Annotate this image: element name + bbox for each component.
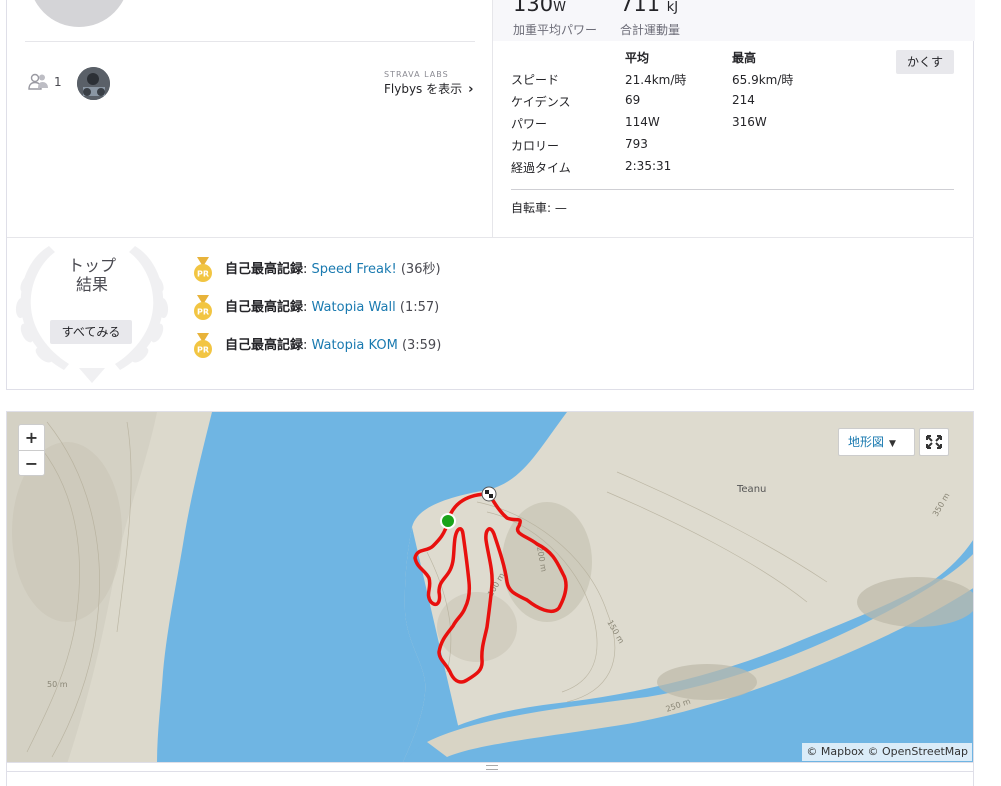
- chevron-right-icon: ›: [468, 82, 474, 97]
- zoom-control: + −: [18, 424, 45, 476]
- row-avg: 2:35:31: [625, 159, 672, 173]
- map-type-dropdown[interactable]: 地形図 ▼: [838, 428, 915, 456]
- strava-labs-label: STRAVA LABS: [384, 70, 449, 79]
- stat-bar: 130W 加重平均パワー 711 kJ 合計運動量: [493, 0, 975, 41]
- row-max: 65.9km/時: [732, 73, 794, 87]
- row-label: スピード: [511, 73, 560, 87]
- row-max: 214: [732, 93, 755, 107]
- row-avg: 793: [625, 137, 648, 151]
- row-label: パワー: [511, 117, 548, 131]
- activity-card: 1 STRAVA LABS Flybys を表示 › 130W 加重平均パワー 7…: [6, 0, 975, 390]
- stat-label: 加重平均パワー: [513, 23, 598, 37]
- contour-label: 50 m: [47, 680, 68, 689]
- next-section: [6, 772, 974, 786]
- hide-button[interactable]: かくす: [896, 50, 954, 74]
- group-icon[interactable]: [28, 73, 50, 91]
- pr-medal-text: PR: [197, 270, 209, 279]
- table-row: スピード 21.4km/時 65.9km/時: [511, 71, 811, 93]
- grip-icon: [486, 765, 498, 770]
- place-label: Teanu: [737, 484, 767, 495]
- column-header-max: 最高: [732, 51, 757, 65]
- finish-flag-icon[interactable]: [481, 486, 497, 502]
- divider: [25, 41, 475, 42]
- achievement-prefix: 自己最高記録: [225, 338, 304, 353]
- segment-link-watopia-kom[interactable]: Watopia KOM: [312, 338, 398, 353]
- top-results-title-line2: 結果: [75, 275, 108, 294]
- caret-down-icon: ▼: [889, 439, 896, 449]
- group-count: 1: [54, 75, 62, 89]
- divider: [511, 189, 954, 190]
- pr-medal-text: PR: [197, 346, 209, 355]
- table-row: 経過タイム 2:35:31: [511, 159, 811, 181]
- table-row: カロリー 793: [511, 137, 811, 159]
- achievement-prefix: 自己最高記録: [225, 262, 304, 277]
- pr-medal-icon: PR: [194, 257, 212, 282]
- map-attribution[interactable]: © Mapbox © OpenStreetMap: [802, 743, 972, 761]
- pr-medal-text: PR: [197, 308, 209, 317]
- achievement-text: 自己最高記録: Speed Freak! (36秒): [225, 262, 441, 277]
- zoom-out-button[interactable]: −: [19, 450, 44, 475]
- activity-left-pane: 1 STRAVA LABS Flybys を表示 ›: [7, 0, 492, 237]
- see-all-button[interactable]: すべてみる: [50, 320, 132, 344]
- start-marker[interactable]: [440, 513, 456, 529]
- top-results-title: トップ 結果: [47, 256, 137, 294]
- bike-label: 自転車: —: [511, 201, 567, 215]
- column-header-avg: 平均: [625, 51, 650, 65]
- segment-link-watopia-wall[interactable]: Watopia Wall: [312, 300, 396, 315]
- zoom-in-button[interactable]: +: [19, 425, 44, 450]
- achievement-time: (1:57): [399, 300, 440, 315]
- stat-weighted-power: 130W 加重平均パワー: [513, 0, 597, 38]
- row-avg: 69: [625, 93, 641, 107]
- segment-link-speed-freak[interactable]: Speed Freak!: [312, 262, 397, 277]
- row-avg: 21.4km/時: [625, 73, 687, 87]
- row-avg: 114W: [625, 115, 660, 129]
- activity-stats-pane: 130W 加重平均パワー 711 kJ 合計運動量 かくす 平均 最高 スピード…: [492, 0, 975, 237]
- achievement-text: 自己最高記録: Watopia KOM (3:59): [225, 338, 442, 353]
- achievement-text: 自己最高記録: Watopia Wall (1:57): [225, 300, 440, 315]
- terrain-map[interactable]: 200 m 100 m 150 m 50 m 250 m 350 m: [7, 412, 974, 763]
- route-map[interactable]: 200 m 100 m 150 m 50 m 250 m 350 m Teanu…: [6, 411, 974, 763]
- participant-avatar[interactable]: [77, 67, 110, 100]
- achievement-time: (3:59): [401, 338, 442, 353]
- pr-medal-icon: PR: [194, 333, 212, 358]
- stats-table: 平均 最高 スピード 21.4km/時 65.9km/時 ケイデンス 69 21…: [511, 49, 811, 181]
- achievement-prefix: 自己最高記録: [225, 300, 304, 315]
- stat-value: 130W: [513, 0, 566, 16]
- fullscreen-button[interactable]: [919, 428, 949, 456]
- flybys-label: Flybys を表示: [384, 82, 463, 96]
- row-label: 経過タイム: [511, 161, 571, 175]
- stat-value: 711 kJ: [620, 0, 679, 16]
- map-resize-handle[interactable]: [6, 763, 974, 772]
- row-label: ケイデンス: [511, 95, 571, 109]
- top-results-title-line1: トップ: [67, 256, 116, 275]
- achievement-time: (36秒): [400, 262, 441, 277]
- map-type-label: 地形図: [848, 435, 885, 449]
- flybys-link[interactable]: Flybys を表示 ›: [384, 80, 473, 97]
- row-label: カロリー: [511, 139, 560, 153]
- table-header: 平均 最高: [511, 49, 811, 71]
- athlete-avatar[interactable]: [29, 0, 129, 27]
- pr-medal-icon: PR: [194, 295, 212, 320]
- stat-label: 合計運動量: [620, 23, 681, 37]
- stat-total-work: 711 kJ 合計運動量: [620, 0, 680, 38]
- table-row: ケイデンス 69 214: [511, 93, 811, 115]
- expand-icon: [926, 435, 942, 449]
- table-row: パワー 114W 316W: [511, 115, 811, 137]
- row-max: 316W: [732, 115, 767, 129]
